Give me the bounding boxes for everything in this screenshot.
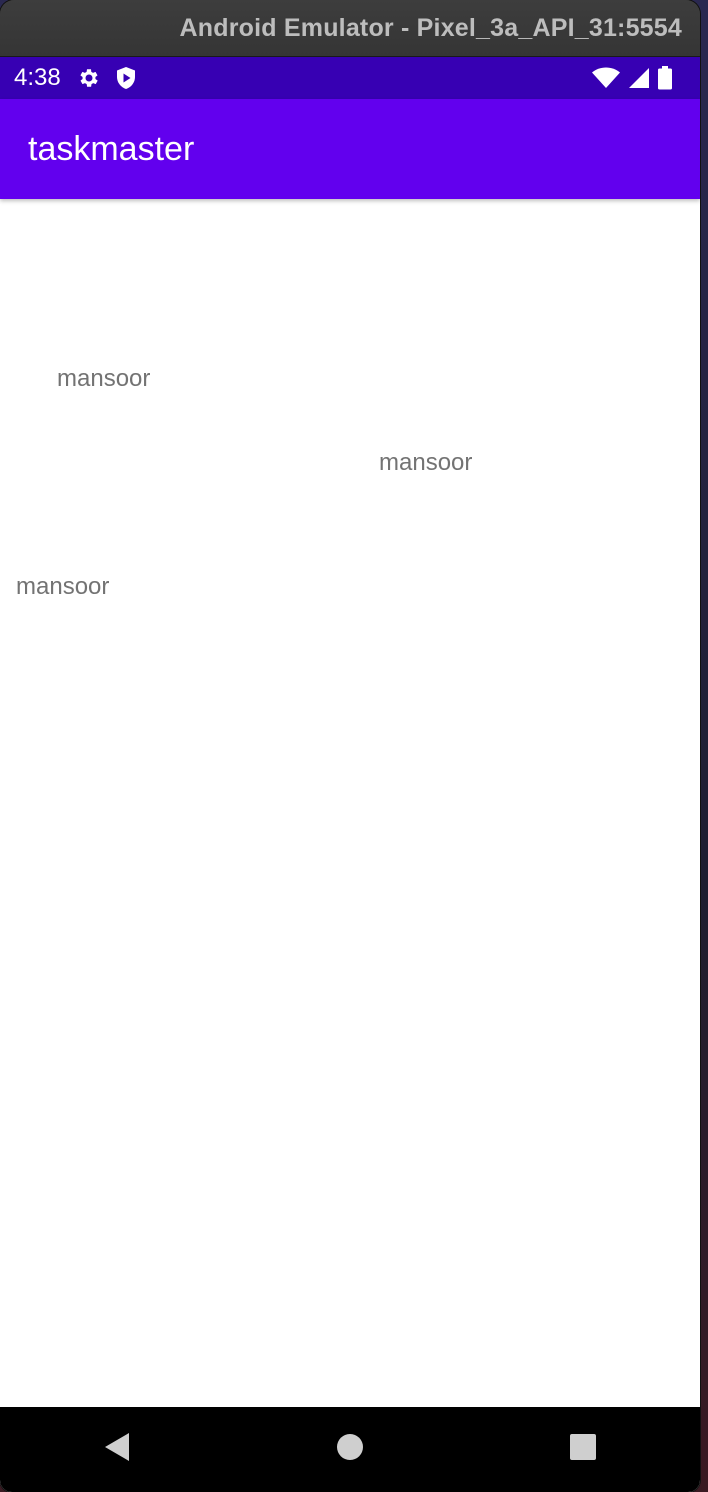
status-right-group — [592, 66, 680, 90]
gear-icon — [77, 66, 101, 90]
cell-signal-icon — [628, 67, 650, 89]
main-content: mansoor mansoor mansoor — [0, 199, 700, 1407]
recents-button[interactable] — [553, 1420, 613, 1480]
back-icon — [103, 1432, 131, 1467]
task-item-1[interactable]: mansoor — [57, 365, 150, 393]
phone-screen: 4:38 taskmaster mansoor mansoor mansoor — [0, 57, 700, 1492]
home-button[interactable] — [320, 1420, 380, 1480]
home-icon — [336, 1433, 364, 1466]
back-button[interactable] — [87, 1420, 147, 1480]
window-title-bar[interactable]: Android Emulator - Pixel_3a_API_31:5554 — [0, 0, 700, 57]
battery-icon — [658, 66, 672, 90]
app-bar: taskmaster — [0, 99, 700, 199]
task-item-2[interactable]: mansoor — [379, 449, 472, 477]
status-time: 4:38 — [14, 64, 61, 91]
wifi-icon — [592, 67, 620, 89]
emulator-window: Android Emulator - Pixel_3a_API_31:5554 … — [0, 0, 700, 1492]
window-title: Android Emulator - Pixel_3a_API_31:5554 — [179, 13, 682, 42]
task-item-3[interactable]: mansoor — [16, 573, 109, 601]
navigation-bar — [0, 1407, 700, 1492]
app-title: taskmaster — [28, 129, 195, 168]
status-bar: 4:38 — [0, 57, 700, 99]
recents-icon — [569, 1433, 597, 1466]
shield-icon — [115, 66, 137, 90]
